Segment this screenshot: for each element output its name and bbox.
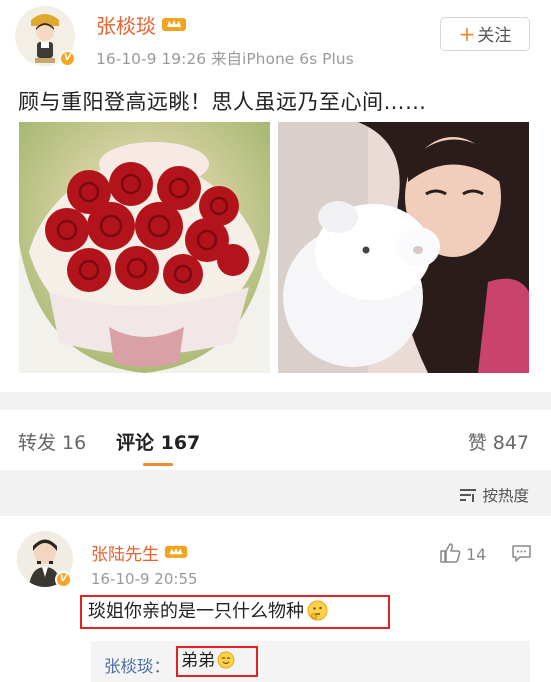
post-image-teddy-bear[interactable] (278, 122, 529, 373)
comment-like-button[interactable]: 14 (440, 543, 486, 564)
post-username[interactable]: 张棪琰 (96, 10, 187, 39)
section-divider (0, 392, 551, 410)
reply-text: 弟弟 (176, 646, 258, 677)
post-text: 顾与重阳登高远眺！思人虽远乃至心间…… (18, 90, 427, 114)
comment-time: 16-10-9 20:55 (91, 570, 198, 588)
tab-like[interactable]: 赞 847 (468, 428, 529, 455)
active-tab-indicator (143, 463, 173, 466)
follow-button[interactable]: + 关注 (440, 17, 530, 51)
verified-badge-icon: V (59, 50, 76, 67)
comment-text: 琰姐你亲的是一只什么物种 (80, 595, 390, 629)
post-image-roses[interactable] (19, 122, 270, 373)
sort-icon (460, 489, 477, 502)
sort-by-hot-button[interactable]: 按热度 (460, 484, 529, 506)
tab-repost[interactable]: 转发 16 (18, 428, 86, 455)
tab-comment[interactable]: 评论 167 (116, 428, 200, 455)
verified-badge-icon: V (55, 571, 72, 588)
thinking-emoji (307, 600, 328, 621)
smile-emoji (217, 651, 235, 669)
reply-author[interactable]: 张棪琰： (104, 653, 170, 677)
vip-crown-icon (164, 545, 188, 558)
reply-icon[interactable] (512, 545, 531, 562)
vip-crown-icon (162, 18, 186, 31)
comment-username[interactable]: 张陆先生 (91, 540, 188, 565)
plus-icon: + (458, 22, 476, 46)
thumbs-up-icon (440, 543, 461, 563)
post-meta: 16-10-9 19:26 来自iPhone 6s Plus (96, 50, 354, 68)
